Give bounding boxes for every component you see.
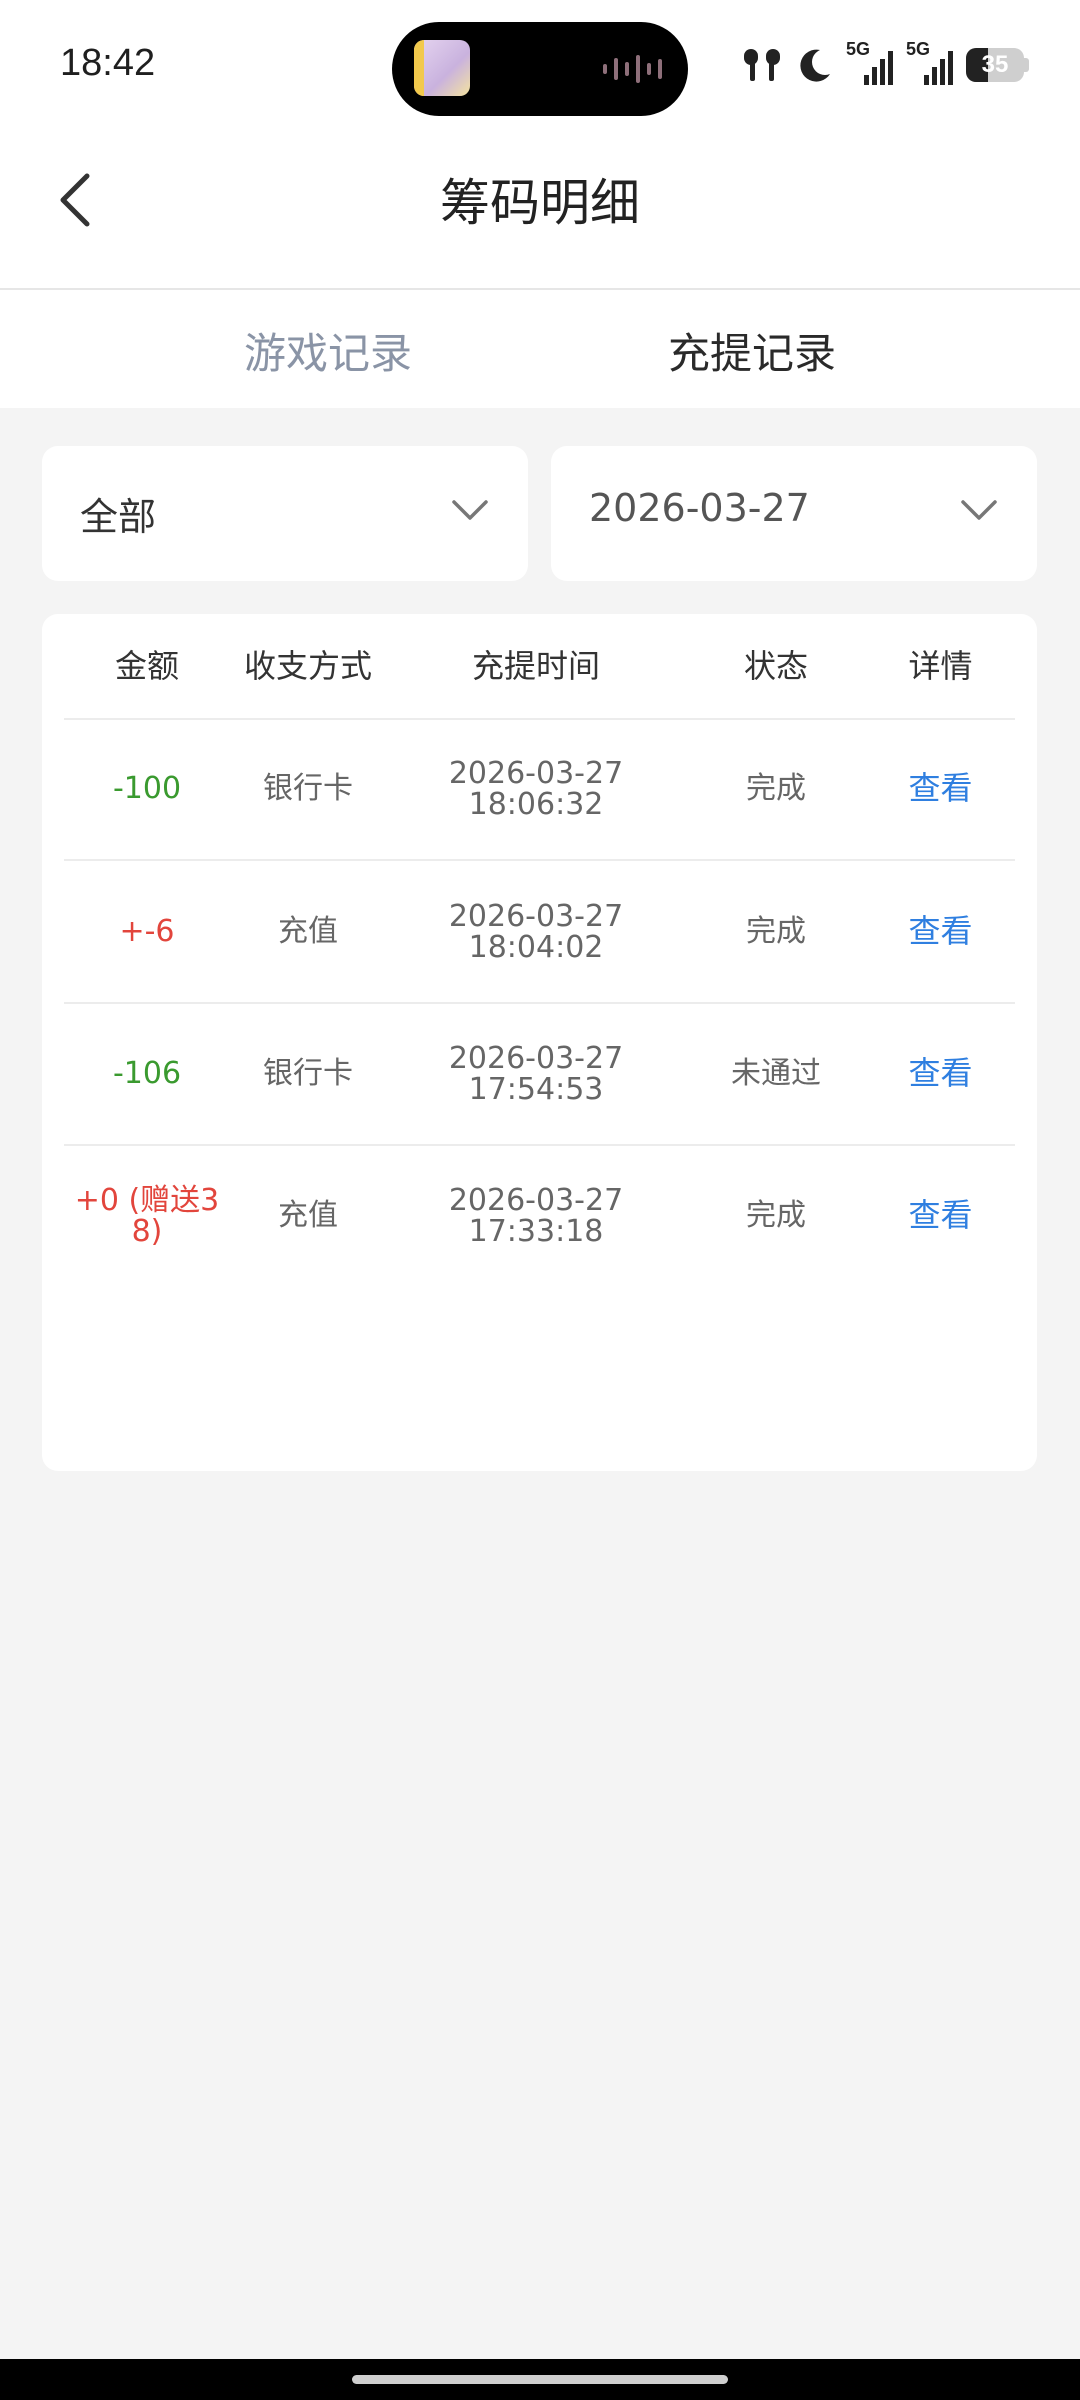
view-detail-link[interactable]: 查看 [866, 861, 1015, 1002]
amount-cell: -106 [112, 1056, 182, 1091]
column-header-method: 收支方式 [243, 646, 372, 685]
status-bar: 18:42 5G 5G 35 [0, 0, 1080, 135]
amount-cell: -100 [112, 771, 182, 806]
records-table: 金额 收支方式 充提时间 状态 详情 -100 银行卡 2026-03-27 1… [42, 614, 1037, 1471]
time-cell: 2026-03-27 17:33:18 [386, 1145, 686, 1286]
view-detail-link[interactable]: 查看 [866, 1145, 1015, 1286]
chevron-down-icon [961, 500, 997, 520]
status-cell: 完成 [746, 771, 806, 806]
time-cell-date: 2026-03-27 [448, 1182, 624, 1218]
media-thumbnail [414, 40, 470, 96]
table-row: +0 (赠送38) 充值 2026-03-27 17:33:18 完成 查看 [64, 1145, 1015, 1286]
moon-icon [800, 49, 830, 82]
column-header-detail: 详情 [908, 646, 973, 685]
time-cell-date: 2026-03-27 [448, 898, 624, 934]
time-cell: 2026-03-27 18:06:32 [386, 718, 686, 859]
table-row: -100 银行卡 2026-03-27 18:06:32 完成 查看 [64, 718, 1015, 861]
status-icons: 5G 5G 35 [740, 39, 1030, 90]
table-row: +-6 充值 2026-03-27 18:04:02 完成 查看 [64, 861, 1015, 1004]
time-cell-time: 17:54:53 [468, 1071, 604, 1107]
method-cell: 银行卡 [263, 771, 353, 806]
home-gesture-handle[interactable] [352, 2375, 728, 2384]
tab-recharge-records[interactable]: 充提记录 [668, 320, 836, 381]
amount-cell: +0 (赠送38) [64, 1145, 230, 1286]
date-filter-select[interactable]: 2026-03-27 [551, 446, 1037, 581]
tab-bar: 游戏记录 充提记录 [0, 290, 1080, 408]
table-row: -106 银行卡 2026-03-27 17:54:53 未通过 查看 [64, 1003, 1015, 1146]
status-cell: 完成 [746, 914, 806, 949]
system-navigation-bar [0, 2359, 1080, 2400]
battery-level: 35 [981, 51, 1009, 78]
time-cell-date: 2026-03-27 [448, 755, 624, 791]
dynamic-island[interactable] [392, 22, 688, 116]
column-header-amount: 金额 [114, 646, 179, 685]
audio-wave-icon [603, 55, 662, 83]
earbuds-icon [744, 49, 780, 81]
method-cell: 充值 [278, 914, 338, 949]
time-cell-date: 2026-03-27 [448, 1040, 624, 1076]
column-header-time: 充提时间 [471, 646, 600, 685]
time-cell-time: 17:33:18 [468, 1213, 604, 1249]
status-cell: 未通过 [731, 1056, 821, 1091]
status-cell: 完成 [746, 1198, 806, 1233]
page-title: 筹码明细 [440, 174, 640, 232]
table-header: 金额 收支方式 充提时间 状态 详情 [64, 614, 1015, 720]
time-cell-time: 18:04:02 [468, 929, 604, 965]
status-time: 18:42 [60, 42, 156, 84]
view-detail-link[interactable]: 查看 [866, 1003, 1015, 1144]
signal-icon-2: 5G [906, 39, 954, 87]
chevron-down-icon [452, 500, 488, 520]
amount-cell-text: +0 (赠送38) [74, 1182, 220, 1249]
method-cell: 银行卡 [263, 1056, 353, 1091]
type-filter-value: 全部 [80, 495, 157, 539]
time-cell: 2026-03-27 17:54:53 [386, 1003, 686, 1144]
battery-icon: 35 [966, 48, 1030, 82]
date-filter-value: 2026-03-27 [589, 486, 810, 530]
column-header-status: 状态 [743, 646, 808, 685]
signal-icon: 5G [846, 39, 894, 87]
time-cell-time: 18:06:32 [468, 786, 604, 822]
page-header: 筹码明细 [0, 135, 1080, 290]
amount-cell: +-6 [119, 914, 175, 949]
type-filter-select[interactable]: 全部 [42, 446, 528, 581]
view-detail-link[interactable]: 查看 [866, 718, 1015, 859]
tab-game-records[interactable]: 游戏记录 [244, 320, 412, 381]
method-cell: 充值 [278, 1198, 338, 1233]
time-cell: 2026-03-27 18:04:02 [386, 861, 686, 1002]
